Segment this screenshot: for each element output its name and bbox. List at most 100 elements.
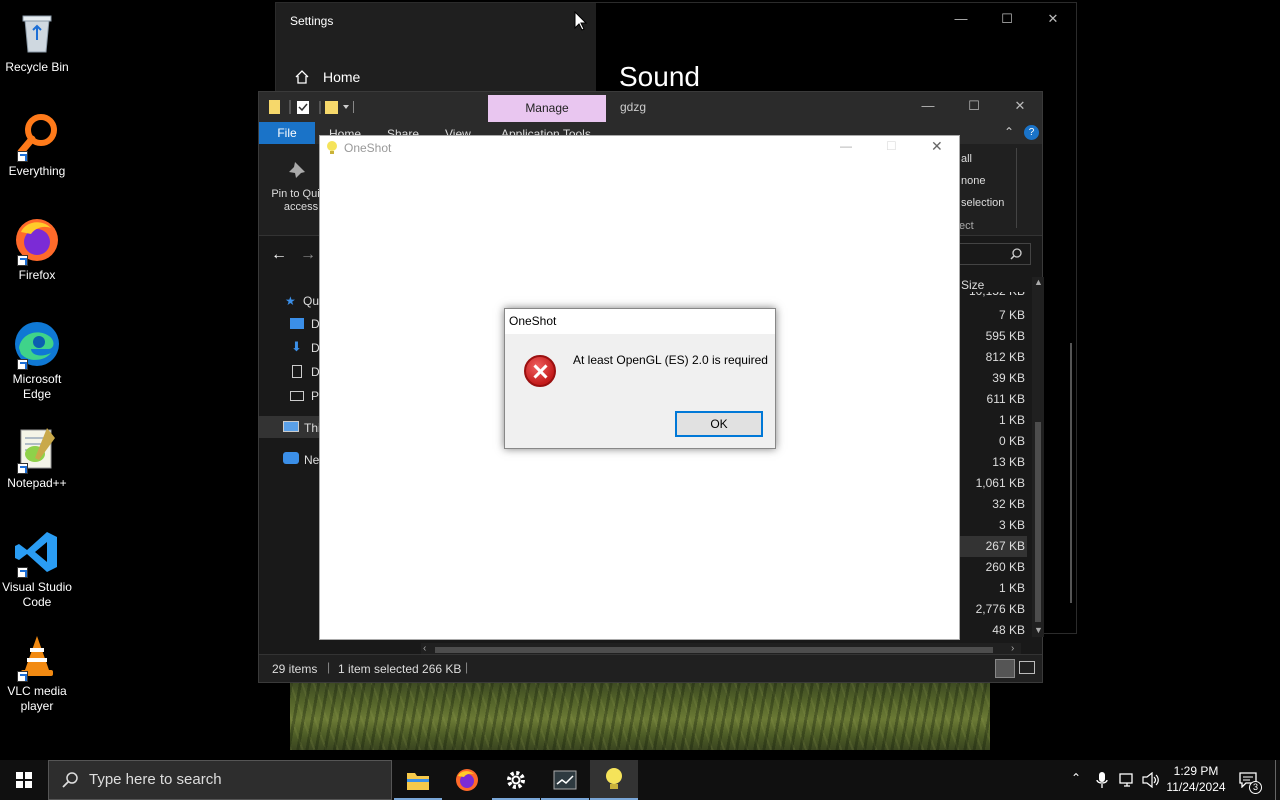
size-cell[interactable]: 812 KB: [959, 347, 1027, 368]
size-cell[interactable]: 1,061 KB: [959, 473, 1027, 494]
recycle-bin-icon: [13, 8, 61, 56]
downloads-icon: ⬇: [291, 339, 302, 354]
size-cell[interactable]: 3 KB: [959, 515, 1027, 536]
notification-center-button[interactable]: 3: [1237, 770, 1263, 794]
dialog-message: At least OpenGL (ES) 2.0 is required: [573, 353, 768, 367]
size-cell[interactable]: 39 KB: [959, 368, 1027, 389]
explorer-window-controls: — ☐ ✕: [905, 98, 1043, 114]
size-cell[interactable]: 2,776 KB: [959, 599, 1027, 620]
pictures-icon: [290, 391, 304, 401]
desktop-icon-label: Notepad++: [7, 476, 67, 490]
taskbar-search-box[interactable]: Type here to search: [48, 760, 392, 800]
shortcut-arrow-icon: [17, 567, 28, 578]
size-cell[interactable]: 1 KB: [959, 410, 1027, 431]
invert-selection-button[interactable]: selection: [961, 197, 1004, 209]
size-cell: 10,152 KB: [959, 292, 1027, 302]
clock-time: 1:29 PM: [1173, 764, 1219, 778]
select-all-button[interactable]: all: [961, 153, 972, 165]
size-cell[interactable]: 611 KB: [959, 389, 1027, 410]
size-cell[interactable]: 48 KB: [959, 620, 1027, 641]
everything-icon: [13, 112, 61, 162]
large-icons-view-icon[interactable]: [1019, 661, 1035, 674]
search-icon: [1010, 248, 1022, 260]
size-column: 7 KB 595 KB 812 KB 39 KB 611 KB 1 KB 0 KB 13 KB…: [959, 305, 1027, 641]
quick-access-toolbar-icon[interactable]: [269, 99, 369, 115]
dialog-title: OneShot: [505, 309, 775, 334]
maximize-icon[interactable]: ☐: [951, 98, 997, 114]
nav-quick-access[interactable]: Qu: [303, 294, 319, 308]
manage-tab[interactable]: Manage: [488, 95, 606, 122]
horizontal-scroll-thumb[interactable]: [435, 647, 993, 653]
minimize-icon[interactable]: —: [905, 98, 951, 114]
scroll-left-icon[interactable]: ‹: [423, 643, 426, 654]
show-hidden-icons-icon[interactable]: ⌃: [1071, 771, 1081, 785]
select-group-label: ect: [959, 220, 974, 232]
settings-scrollbar[interactable]: [1070, 343, 1072, 603]
desktop-icon-recycle-bin[interactable]: Recycle Bin: [0, 8, 74, 75]
desktop-icon-vscode[interactable]: Visual Studio Code: [0, 528, 74, 610]
microphone-icon[interactable]: [1096, 772, 1108, 789]
start-button[interactable]: [0, 760, 48, 800]
terminal-app-icon: [553, 770, 577, 790]
show-desktop-button[interactable]: [1275, 760, 1276, 800]
explorer-folder-title: gdzg: [620, 100, 647, 114]
firefox-icon: [13, 216, 61, 266]
scroll-right-icon[interactable]: ›: [1011, 643, 1014, 654]
ok-button[interactable]: OK: [675, 411, 763, 437]
settings-home-item[interactable]: Home: [294, 69, 360, 85]
size-cell[interactable]: 260 KB: [959, 557, 1027, 578]
desktop-icon-notepadpp[interactable]: Notepad++: [0, 424, 74, 491]
close-icon[interactable]: ✕: [1030, 11, 1076, 27]
desktop-icon-vlc[interactable]: VLC media player: [0, 632, 74, 714]
shortcut-arrow-icon: [17, 359, 28, 370]
minimize-icon[interactable]: —: [840, 139, 852, 153]
vscode-icon: [13, 528, 61, 578]
minimize-icon[interactable]: —: [938, 11, 984, 27]
select-none-button[interactable]: none: [961, 175, 985, 187]
size-cell[interactable]: 0 KB: [959, 431, 1027, 452]
taskbar-oneshot[interactable]: [590, 760, 638, 800]
size-cell[interactable]: 32 KB: [959, 494, 1027, 515]
maximize-icon[interactable]: ☐: [984, 11, 1030, 27]
close-icon[interactable]: ✕: [997, 98, 1043, 114]
shortcut-arrow-icon: [17, 151, 28, 162]
desktop-icon-firefox[interactable]: Firefox: [0, 216, 74, 283]
shortcut-arrow-icon: [17, 671, 28, 682]
maximize-icon[interactable]: ☐: [886, 139, 897, 153]
status-item-count: 29 items: [272, 662, 318, 676]
error-dialog[interactable]: OneShot At least OpenGL (ES) 2.0 is requ…: [504, 308, 776, 449]
status-selection: 1 item selected 266 KB: [338, 662, 462, 676]
desktop-icon-label: Recycle Bin: [5, 60, 69, 74]
size-cell[interactable]: 267 KB: [959, 536, 1027, 557]
desktop-icon-edge[interactable]: Microsoft Edge: [0, 320, 74, 402]
scroll-up-icon[interactable]: ▲: [1034, 277, 1043, 287]
search-box[interactable]: [959, 243, 1031, 265]
forward-arrow-icon[interactable]: →: [300, 246, 316, 264]
desktop-icon-everything[interactable]: Everything: [0, 112, 74, 179]
taskbar-clock[interactable]: 1:29 PM 11/24/2024: [1160, 763, 1232, 795]
size-cell[interactable]: 595 KB: [959, 326, 1027, 347]
size-cell[interactable]: 7 KB: [959, 305, 1027, 326]
size-column-header[interactable]: Size: [961, 278, 984, 292]
network-icon[interactable]: [1118, 772, 1136, 788]
back-arrow-icon[interactable]: ←: [271, 246, 287, 264]
close-icon[interactable]: ✕: [931, 138, 943, 155]
size-cell[interactable]: 13 KB: [959, 452, 1027, 473]
taskbar-settings[interactable]: [492, 760, 540, 800]
ribbon-tab-file[interactable]: File: [259, 122, 315, 144]
scroll-down-icon[interactable]: ▼: [1034, 625, 1043, 635]
desktop-icon-label: Everything: [8, 164, 66, 178]
pin-icon: [289, 162, 305, 178]
help-icon[interactable]: ?: [1024, 125, 1039, 140]
vertical-scroll-thumb[interactable]: [1035, 422, 1041, 622]
ribbon-collapse-icon[interactable]: ⌃: [1004, 125, 1014, 139]
taskbar-steam-app[interactable]: [541, 760, 589, 800]
details-view-icon[interactable]: [995, 659, 1015, 678]
taskbar-firefox[interactable]: [443, 760, 491, 800]
taskbar-file-explorer[interactable]: [394, 760, 442, 800]
speaker-icon[interactable]: [1142, 772, 1160, 788]
vertical-scrollbar[interactable]: ▲ ▼: [1032, 277, 1044, 637]
nav-network[interactable]: Ne: [304, 453, 319, 467]
size-cell[interactable]: 1 KB: [959, 578, 1027, 599]
network-icon: [283, 452, 299, 464]
